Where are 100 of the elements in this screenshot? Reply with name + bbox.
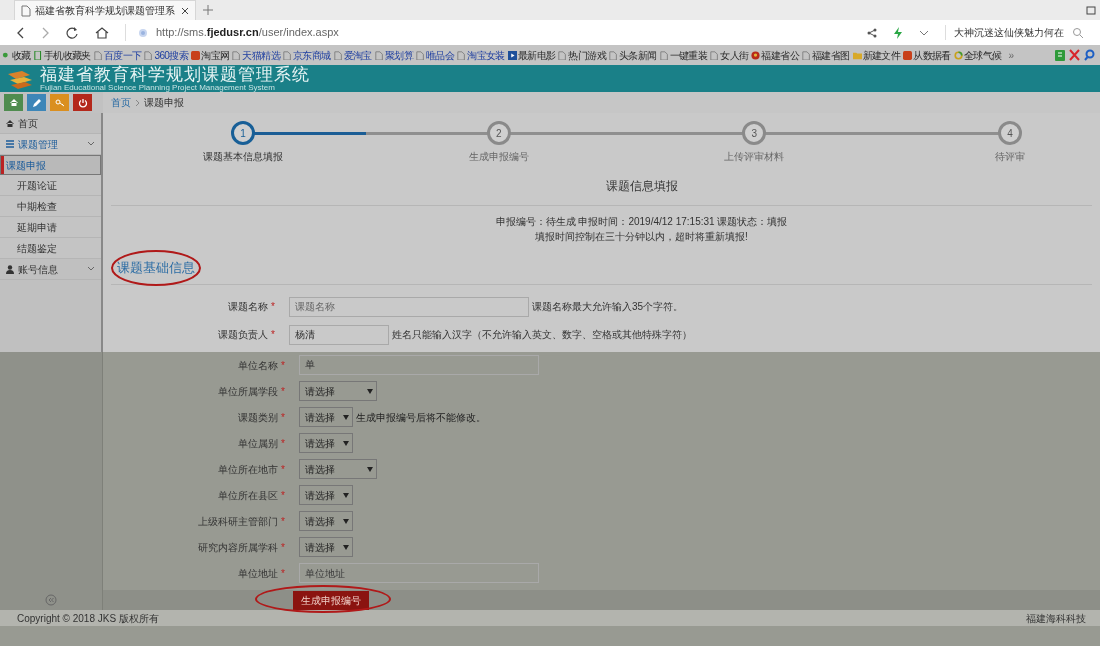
share-icon[interactable] [867,27,877,38]
bookmark-link[interactable]: 淘宝网 [201,47,230,63]
section-title: 课题基础信息 [117,260,195,275]
bookmark-link[interactable]: 福建省公 [761,47,799,63]
chevron-icon[interactable] [87,141,95,147]
bookmark-link[interactable]: 福建省图 [812,47,850,63]
bookmark-link[interactable]: 京东商城 [292,47,331,63]
page-icon [558,50,568,60]
bookmark-link[interactable]: 头条新闻 [619,47,657,63]
chevron-icon[interactable] [919,28,929,37]
sidebar-label: 课题管理 [18,137,59,152]
close-icon[interactable] [181,6,189,15]
url-text[interactable]: http://sms.fjedusr.cn/user/index.aspx [156,24,339,41]
dropdown[interactable]: 请选择 [299,407,353,427]
step-label: 生成申报编号 [468,150,529,164]
bookmark-link[interactable]: 天猫精选 [242,47,280,63]
search-icon[interactable] [1084,49,1096,61]
dropdown[interactable]: 请选择 [299,485,353,505]
page-icon [374,50,384,60]
user-icon [6,264,14,274]
sidebar-subitem[interactable]: 课题申报 [0,155,101,175]
bookmark-link[interactable]: 全球气候 [963,47,1002,63]
bookmark-link[interactable]: 新建文件 [862,47,901,63]
field-label: 单位所在地市 * [217,462,286,477]
phone-icon [33,50,43,60]
collapse-icon[interactable] [45,594,57,606]
bookmark-link[interactable]: 唯品会 [425,47,455,63]
sidebar-item[interactable]: 课题管理 [0,134,101,155]
home-icon[interactable] [95,26,109,39]
bookmark-link[interactable]: 爱淘宝 [343,47,372,63]
input-field[interactable]: 杨清 [289,324,389,345]
breadcrumb-current: 课题申报 [144,96,184,110]
page-icon [144,50,154,60]
favorites-menu[interactable]: 收藏 [12,47,31,63]
caret-icon [367,466,373,472]
play-icon [507,50,517,60]
lightning-icon[interactable] [893,26,903,39]
search-icon[interactable] [1072,26,1084,39]
bookmark-link[interactable]: 淘宝女装 [467,47,505,63]
page-icon [282,50,292,60]
page-icon [21,4,31,17]
chevron-icon[interactable] [87,266,95,272]
field-label: 上级科研主管部门 * [197,514,286,529]
step-circle[interactable]: 2 [486,121,511,145]
step-circle[interactable]: 1 [231,121,255,145]
page-icon [659,50,669,60]
bookmark-link[interactable]: 一键重装 [669,47,708,63]
forward-icon[interactable] [41,26,50,39]
window-icon[interactable] [1086,5,1096,15]
more-bookmarks-button[interactable]: » [1004,47,1018,63]
sidebar-subitem[interactable]: 中期检查 [0,196,101,217]
chevron-icon [135,98,140,107]
page-icon [710,50,720,60]
dropdown[interactable]: 请选择 [299,511,353,531]
back-icon[interactable] [16,26,25,39]
home-button[interactable] [4,94,23,111]
form-title: 课题信息填报 [604,178,679,195]
bookmark-link[interactable]: 从数据看 [913,47,951,63]
browser-tab[interactable]: 福建省教育科学规划课题管理系 [14,0,196,20]
step-circle[interactable]: 3 [742,121,767,145]
sidebar-subitem[interactable]: 开题论证 [0,175,101,196]
dropdown[interactable]: 请选择 [299,537,353,557]
field-label: 单位名称 * [237,358,286,373]
bookmark-link[interactable]: 360搜索 [154,47,189,63]
page-icon [93,50,103,60]
submit-button[interactable]: 生成申报编号 [293,590,369,610]
new-tab-icon[interactable] [202,4,214,16]
dropdown[interactable]: 请选择 [299,459,377,479]
info-text: 填报时间控制在三十分钟以内，超时将重新填报! [534,230,749,244]
caret-icon [367,388,373,394]
sidebar-subitem[interactable]: 延期申请 [0,217,101,238]
bookmark-link[interactable]: 热门游戏 [568,47,606,63]
app-icon [191,50,201,60]
bookmark-link[interactable]: 聚划算 [384,47,413,63]
sidebar-item[interactable]: 账号信息 [0,259,101,280]
input-field[interactable]: 单 [299,355,539,375]
step-label: 上传评审材料 [724,150,785,164]
step-label: 课题基本信息填报 [203,150,283,164]
page-icon [415,50,425,60]
page-icon [457,50,467,60]
input-field[interactable]: 课题名称 [289,296,529,317]
page-icon [333,50,343,60]
hint-text: 生成申报编号后将不能修改。 [356,410,486,425]
input-field[interactable]: 单位地址 [299,563,539,583]
pencil-button[interactable] [27,94,46,111]
bookmark-link[interactable]: 女人街 [720,47,749,63]
step-circle[interactable]: 4 [997,121,1022,145]
dropdown[interactable]: 请选择 [299,381,377,401]
reload-icon[interactable] [66,26,79,39]
power-button[interactable] [73,94,92,111]
dropdown[interactable]: 请选择 [299,433,353,453]
extension-icon[interactable] [1055,49,1065,61]
app-icon [903,50,913,60]
bookmark-link[interactable]: 最新电影 [517,47,556,63]
site-title: 福建省教育科学规划课题管理系统 [40,65,310,84]
search-suggestion[interactable]: 大神沉迷这仙侠魅力何在 [954,25,1064,40]
bookmark-link[interactable]: 百度一下 [103,47,142,63]
key-icon [54,97,65,108]
bookmark-link[interactable]: 手机收藏夹 [43,47,91,63]
sidebar-subitem[interactable]: 结题鉴定 [0,238,101,259]
